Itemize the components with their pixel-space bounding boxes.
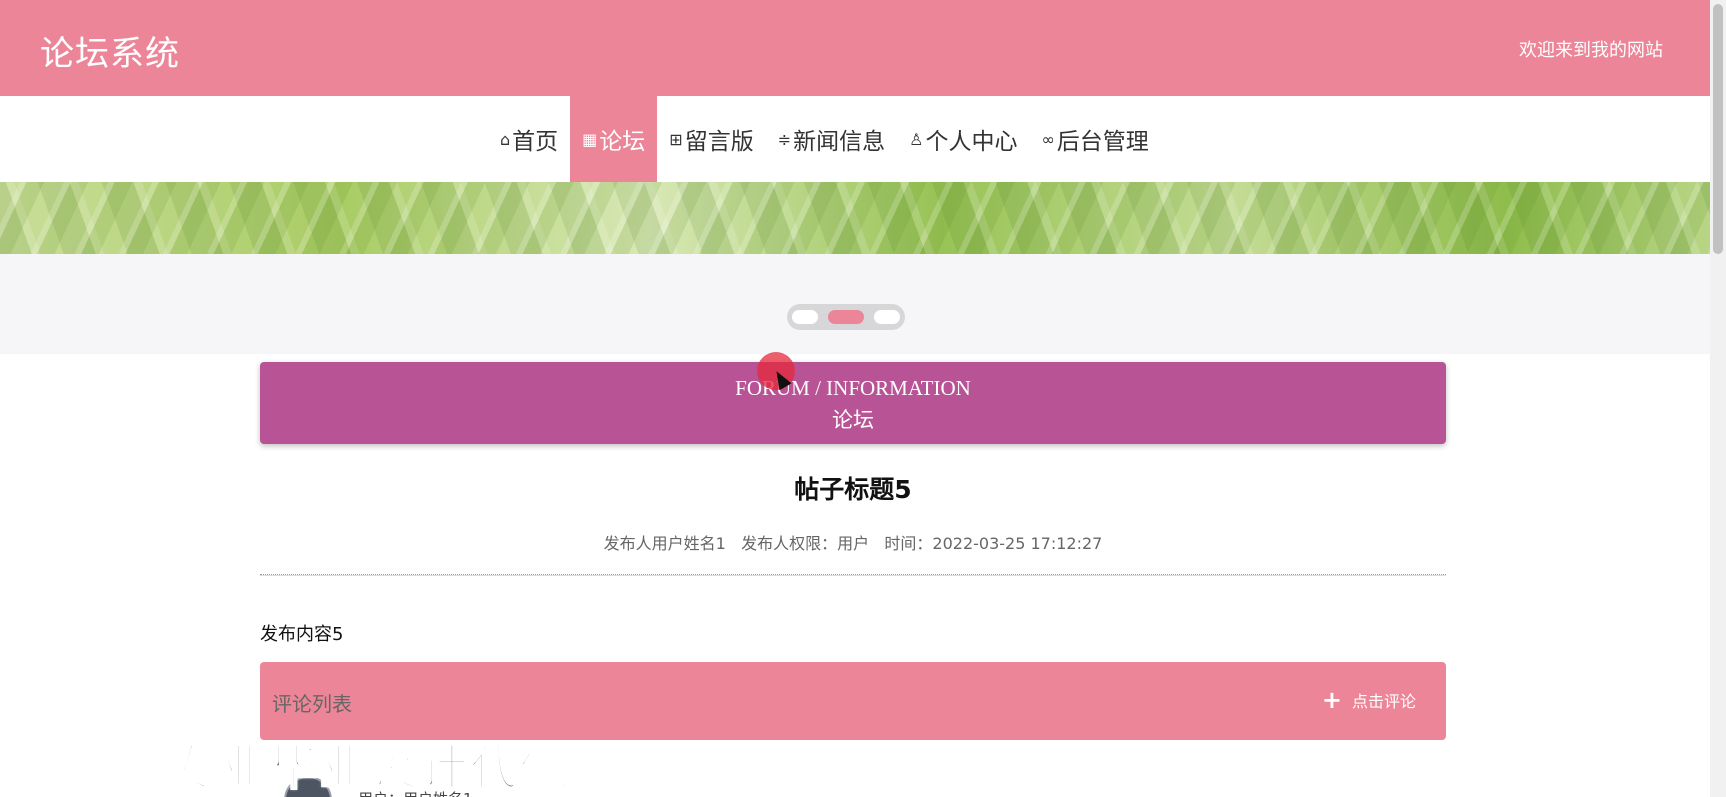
nav-item-label: 后台管理 — [1056, 129, 1149, 155]
home-icon: ⌂ — [500, 129, 511, 149]
carousel-dot[interactable] — [828, 310, 864, 324]
banner-image — [0, 182, 1710, 254]
gift-icon: ⊞ — [669, 129, 683, 149]
nav-item-label: 留言版 — [684, 129, 754, 155]
carousel-dot[interactable] — [874, 310, 900, 324]
nav-item-label: 新闻信息 — [793, 129, 886, 155]
carousel-dot[interactable] — [792, 310, 818, 324]
welcome-text: 欢迎来到我的网站 — [1519, 40, 1663, 61]
post-content: 发布内容5 — [260, 624, 344, 645]
top-header: 论坛系统 欢迎来到我的网站 — [0, 0, 1710, 96]
nav-item-label: 论坛 — [599, 129, 646, 155]
page: 论坛系统 欢迎来到我的网站 ⌂ 首页 ▦ 论坛 ⊞ 留言版 ≑ 新闻信息 ♙ 个人中心 ∞ 后台管理 … — [0, 0, 1726, 797]
post-role-label: 发布人权限： — [741, 534, 838, 553]
scrollbar-thumb[interactable] — [1713, 4, 1723, 254]
nav-item-label: 个人中心 — [925, 129, 1018, 155]
section-title-bar: FORUM / INFORMATION 论坛 — [260, 362, 1446, 444]
forum-icon: ▦ — [582, 129, 598, 149]
section-title-cn: 论坛 — [832, 408, 874, 432]
main-nav: ⌂ 首页 ▦ 论坛 ⊞ 留言版 ≑ 新闻信息 ♙ 个人中心 ∞ 后台管理 — [0, 96, 1710, 182]
divider — [260, 574, 1446, 576]
section-title-en: FORUM / INFORMATION — [735, 376, 971, 400]
plus-icon: + — [1321, 686, 1342, 714]
post-title: 帖子标题5 — [794, 475, 912, 504]
post-time-label: 时间： — [884, 534, 933, 553]
vertical-scrollbar[interactable] — [1710, 0, 1726, 797]
comment-list-title: 评论列表 — [272, 692, 352, 716]
nav-item-4[interactable]: ♙ 个人中心 — [897, 96, 1029, 182]
add-comment-label: 点击评论 — [1351, 692, 1416, 711]
user-icon: ♙ — [909, 129, 924, 149]
nav-items: ⌂ 首页 ▦ 论坛 ⊞ 留言版 ≑ 新闻信息 ♙ 个人中心 ∞ 后台管理 — [488, 96, 1161, 182]
nav-item-3[interactable]: ≑ 新闻信息 — [766, 96, 897, 182]
nav-item-2[interactable]: ⊞ 留言版 — [657, 96, 765, 182]
post-author: 发布人用户姓名1 — [603, 534, 726, 553]
link-icon: ∞ — [1041, 129, 1055, 149]
add-comment-button[interactable]: + 点击评论 — [1322, 688, 1416, 712]
site-brand[interactable]: 论坛系统 — [40, 26, 180, 75]
watermark-overlay: 专业毕业设计代做 — [169, 739, 571, 797]
post-meta: 发布人用户姓名1 发布人权限：用户 时间：2022-03-25 17:12:27 — [260, 530, 1446, 554]
nav-item-1[interactable]: ▦ 论坛 — [570, 96, 658, 182]
nav-item-label: 首页 — [512, 129, 559, 155]
nav-item-0[interactable]: ⌂ 首页 — [488, 96, 570, 182]
nav-item-5[interactable]: ∞ 后台管理 — [1029, 96, 1160, 182]
post-time: 2022-03-25 17:12:27 — [932, 534, 1103, 553]
sliders-icon: ≑ — [777, 129, 792, 149]
post-role: 用户 — [837, 534, 870, 553]
carousel-indicators — [787, 304, 905, 330]
